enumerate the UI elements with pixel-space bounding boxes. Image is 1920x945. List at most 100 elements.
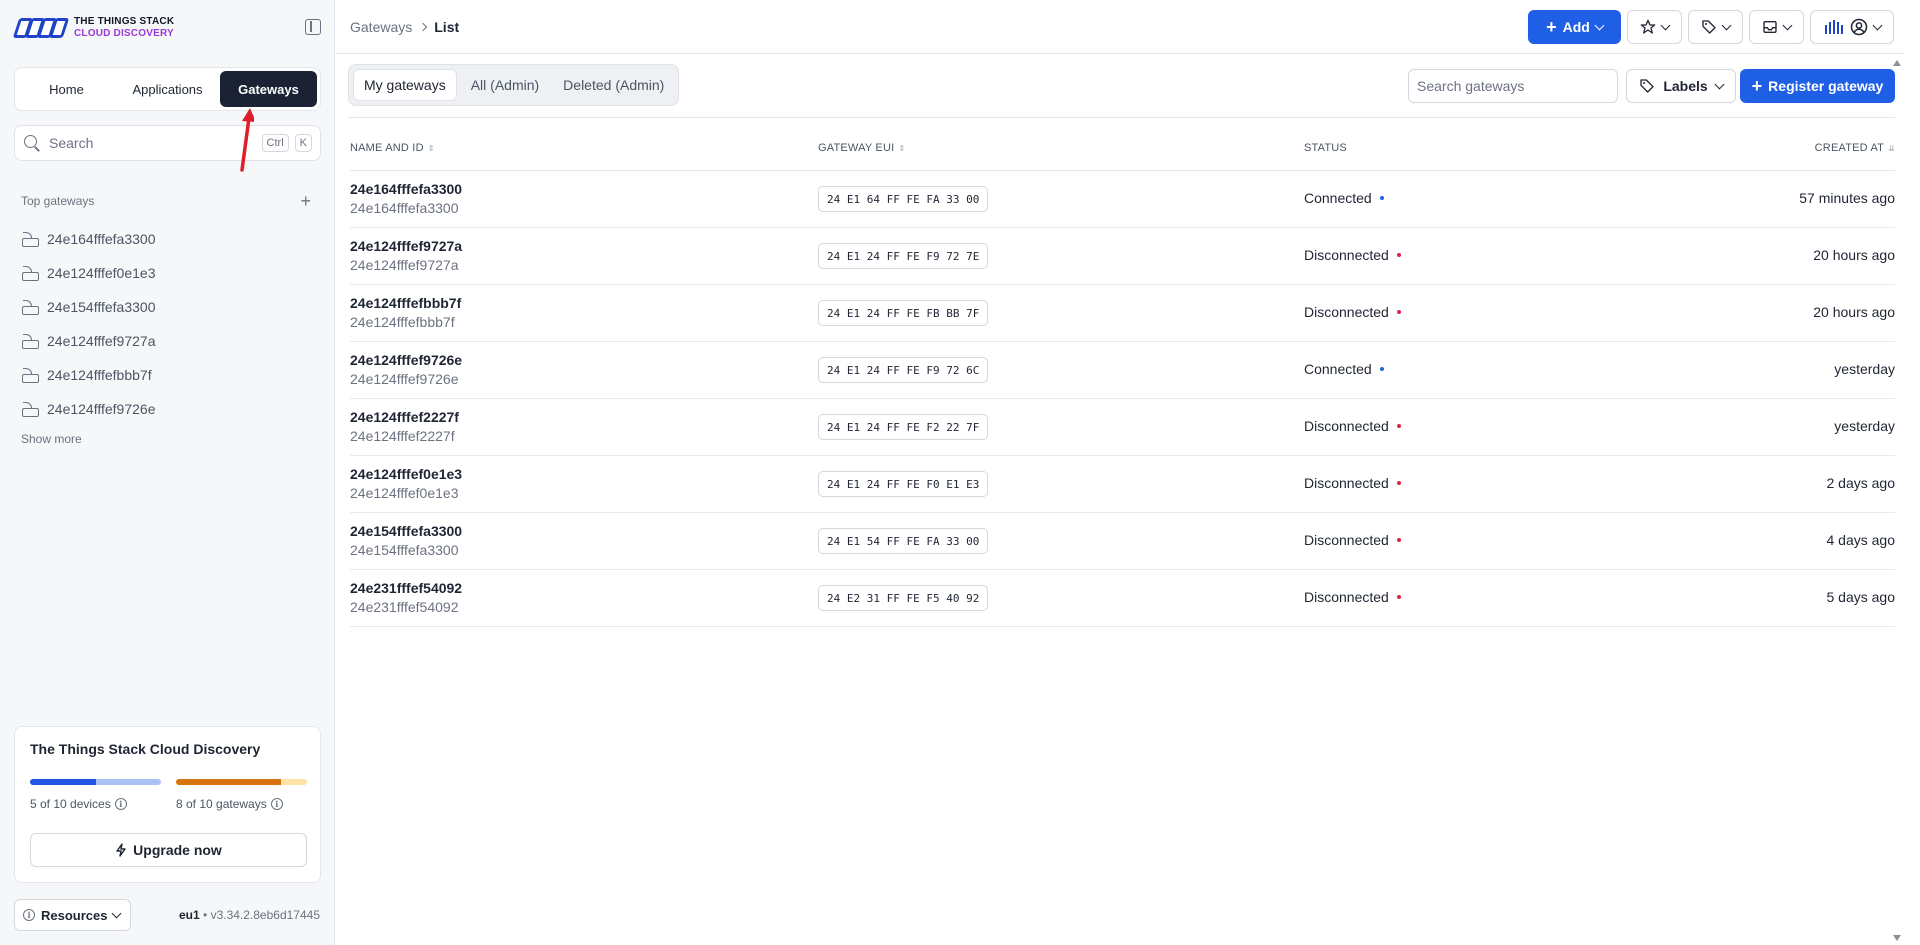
status-label: Disconnected [1304, 532, 1389, 548]
devices-usage-label: 5 of 10 devices i [30, 797, 127, 811]
chevron-down-icon [1872, 20, 1882, 30]
breadcrumb-parent[interactable]: Gateways [350, 19, 412, 35]
tag-icon [1702, 20, 1716, 34]
created-at: 2 days ago [1826, 475, 1896, 491]
column-header-eui[interactable]: GATEWAY EUI ⇕ [818, 142, 905, 154]
status-dot-icon [1396, 595, 1401, 599]
vertical-scrollbar[interactable] [1889, 54, 1904, 945]
sidebar-gateway-item[interactable]: 24e154fffefa3300 [21, 290, 156, 324]
gateway-search-placeholder: Search gateways [1417, 78, 1525, 94]
plan-card: The Things Stack Cloud Discovery 5 of 10… [14, 726, 321, 883]
table-header: NAME AND ID ⇕ GATEWAY EUI ⇕ STATUS CREATED… [350, 142, 1895, 171]
add-button[interactable]: + Add [1528, 10, 1621, 44]
gateway-name: 24e124fffef9726e [350, 352, 463, 368]
gateway-eui-chip[interactable]: 24 E1 24 FF FE F9 72 7E [818, 243, 989, 269]
created-at: 20 hours ago [1813, 247, 1895, 263]
tab-my-gateways[interactable]: My gateways [353, 69, 457, 101]
add-top-gateway-icon[interactable]: + [300, 192, 311, 210]
sidebar-gateway-item[interactable]: 24e124fffefbbb7f [21, 358, 156, 392]
status-dot-icon [1396, 253, 1401, 257]
table-row[interactable]: 24e231fffef54092 24e231fffef54092 24 E2 … [350, 570, 1895, 627]
main-content: Gateways List + Add My gateways All (Adm… [336, 0, 1904, 945]
gateway-status: Connected [1304, 361, 1384, 377]
gateway-id: 24e164fffefa3300 [350, 200, 459, 216]
shortcut-k: K [294, 134, 312, 152]
gateway-eui-chip[interactable]: 24 E2 31 FF FE F5 40 92 [818, 585, 989, 611]
shortcut-ctrl: Ctrl [261, 134, 289, 152]
nav-tab-home[interactable]: Home [18, 71, 115, 107]
status-label: Connected [1304, 361, 1372, 377]
created-at: 4 days ago [1826, 532, 1896, 548]
scroll-up-icon[interactable] [1893, 60, 1901, 66]
gateway-search-input[interactable]: Search gateways [1408, 69, 1618, 103]
table-row[interactable]: 24e154fffefa3300 24e154fffefa3300 24 E1 … [350, 513, 1895, 570]
sidebar-gateway-item[interactable]: 24e124fffef9726e [21, 392, 156, 426]
gateway-eui-chip[interactable]: 24 E1 24 FF FE FB BB 7F [818, 300, 989, 326]
tab-all-admin[interactable]: All (Admin) [461, 69, 549, 101]
table-row[interactable]: 24e124fffef2227f 24e124fffef2227f 24 E1 … [350, 399, 1895, 456]
created-at: 57 minutes ago [1799, 190, 1895, 206]
table-row[interactable]: 24e124fffef0e1e3 24e124fffef0e1e3 24 E1 … [350, 456, 1895, 513]
created-at: yesterday [1834, 418, 1895, 434]
status-label: Disconnected [1304, 247, 1389, 263]
brand-logo[interactable]: THE THINGS STACK CLOUD DISCOVERY [12, 16, 175, 40]
table-row[interactable]: 24e124fffef9727a 24e124fffef9727a 24 E1 … [350, 228, 1895, 285]
nav-tab-gateways[interactable]: Gateways [220, 71, 317, 107]
gateway-status: Disconnected [1304, 475, 1401, 491]
table-row[interactable]: 24e164fffefa3300 24e164fffefa3300 24 E1 … [350, 171, 1895, 228]
bookmarks-button[interactable] [1627, 10, 1682, 44]
gateway-eui-chip[interactable]: 24 E1 54 FF FE FA 33 00 [818, 528, 989, 554]
breadcrumb: Gateways List [350, 19, 459, 35]
sidebar-gateway-item[interactable]: 24e164fffefa3300 [21, 222, 156, 256]
version-label: v3.34.2.8eb6d17445 [210, 908, 320, 922]
inbox-button[interactable] [1749, 10, 1804, 44]
top-gateways-heading: Top gateways [21, 194, 95, 208]
gateway-name-cell: 24e154fffefa3300 24e154fffefa3300 [350, 522, 462, 560]
logo-mark-icon [12, 16, 70, 40]
sidebar-collapse-icon[interactable] [305, 19, 321, 35]
status-dot-icon [1379, 367, 1384, 371]
tab-deleted-admin[interactable]: Deleted (Admin) [553, 69, 674, 101]
sidebar-gateway-item[interactable]: 24e124fffef9727a [21, 324, 156, 358]
gateway-eui-chip[interactable]: 24 E1 24 FF FE F0 E1 E3 [818, 471, 989, 497]
add-label: Add [1562, 19, 1590, 35]
show-more-link[interactable]: Show more [21, 432, 82, 446]
devices-usage-text: 5 of 10 devices [30, 797, 111, 811]
lightning-icon [116, 843, 126, 857]
user-menu-button[interactable] [1810, 10, 1894, 44]
gateway-eui-chip[interactable]: 24 E1 64 FF FE FA 33 00 [818, 186, 989, 212]
scroll-down-icon[interactable] [1893, 935, 1901, 941]
info-icon[interactable]: i [114, 798, 127, 810]
gateway-icon [21, 266, 39, 281]
tags-button[interactable] [1688, 10, 1743, 44]
nav-tab-applications[interactable]: Applications [119, 71, 216, 107]
gateway-name-cell: 24e124fffef2227f 24e124fffef2227f [350, 408, 459, 446]
devices-usage-bar [30, 779, 161, 785]
gateway-table-body: 24e164fffefa3300 24e164fffefa3300 24 E1 … [350, 171, 1895, 627]
gateway-status: Disconnected [1304, 589, 1401, 605]
gateways-usage-fill [176, 779, 281, 785]
table-row[interactable]: 24e124fffefbbb7f 24e124fffefbbb7f 24 E1 … [350, 285, 1895, 342]
column-header-name[interactable]: NAME AND ID ⇕ [350, 142, 435, 154]
column-header-created[interactable]: CREATED AT ⇊ [1815, 142, 1895, 154]
brand-line1: THE THINGS STACK [74, 16, 175, 27]
status-label: Disconnected [1304, 475, 1389, 491]
register-gateway-button[interactable]: + Register gateway [1740, 69, 1895, 103]
info-icon[interactable]: i [270, 798, 283, 810]
top-gateways-header: Top gateways + [21, 192, 311, 210]
table-row[interactable]: 24e124fffef9726e 24e124fffef9726e 24 E1 … [350, 342, 1895, 399]
gateway-eui-chip[interactable]: 24 E1 24 FF FE F2 22 7F [818, 414, 989, 440]
gateway-name-cell: 24e164fffefa3300 24e164fffefa3300 [350, 180, 462, 218]
upgrade-button[interactable]: Upgrade now [30, 833, 307, 867]
created-at: 20 hours ago [1813, 304, 1895, 320]
gateway-name: 24e124fffef2227f [350, 409, 459, 425]
labels-filter-button[interactable]: Labels [1626, 69, 1736, 103]
status-label: Disconnected [1304, 589, 1389, 605]
sidebar-gateway-label: 24e154fffefa3300 [47, 299, 156, 315]
sidebar-search[interactable]: Search Ctrl K [14, 125, 321, 161]
gateway-icon [21, 232, 39, 247]
gateway-eui-chip[interactable]: 24 E1 24 FF FE F9 72 6C [818, 357, 989, 383]
user-avatar-icon [1850, 18, 1867, 36]
resources-button[interactable]: i Resources [14, 899, 131, 931]
sidebar-gateway-item[interactable]: 24e124fffef0e1e3 [21, 256, 156, 290]
